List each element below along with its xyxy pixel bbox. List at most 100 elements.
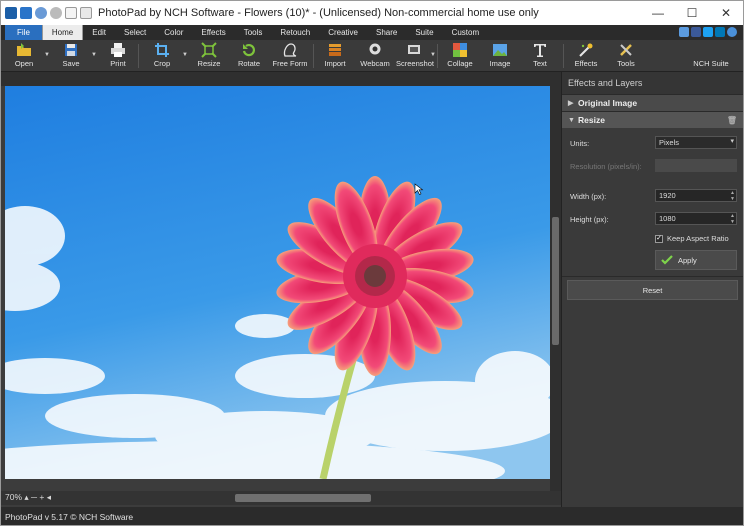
title-bar: PhotoPad by NCH Software - Flowers (10)*… [1, 1, 743, 25]
print-button[interactable]: Print [98, 41, 138, 71]
vertical-scroll-thumb[interactable] [552, 217, 559, 345]
ribbon-tabs: File Home Edit Select Color Effects Tool… [1, 25, 743, 40]
open-dropdown-icon[interactable]: ▼ [44, 52, 50, 58]
tab-color[interactable]: Color [155, 25, 192, 40]
tab-select[interactable]: Select [115, 25, 155, 40]
nch-suite-button[interactable]: NCH Suite [691, 41, 731, 71]
tab-tools[interactable]: Tools [235, 25, 272, 40]
tools-button[interactable]: Tools [606, 41, 646, 71]
flower-photo [5, 86, 550, 479]
canvas-bottom-bar: 70% ▴ ─ + ◂ [1, 491, 561, 505]
rotate-button[interactable]: Rotate [229, 41, 269, 71]
original-image-section[interactable]: ▶ Original Image [562, 94, 743, 111]
tab-share[interactable]: Share [367, 25, 406, 40]
width-spinner-icon[interactable]: ▲ ▼ [730, 190, 735, 202]
text-icon [534, 44, 546, 57]
webcam-button[interactable]: Webcam [355, 41, 395, 71]
open-folder-icon [17, 43, 31, 56]
effects-layers-panel: Effects and Layers ▶ Original Image ▼ Re… [561, 72, 743, 507]
status-text: PhotoPad v 5.17 © NCH Software [5, 511, 134, 522]
import-icon [329, 44, 341, 56]
save-dropdown-icon[interactable]: ▼ [91, 52, 97, 58]
import-button[interactable]: Import [315, 41, 355, 71]
expand-arrow-icon: ▶ [568, 100, 574, 107]
save-disk-icon [65, 44, 77, 56]
units-label: Units: [570, 139, 590, 148]
vertical-scrollbar[interactable] [550, 72, 561, 492]
image-button[interactable]: Image [480, 41, 520, 71]
open-button[interactable]: Open [4, 41, 44, 71]
tab-home[interactable]: Home [41, 25, 84, 40]
zoom-out-icon[interactable]: ▴ ─ [24, 492, 39, 502]
undo-icon[interactable] [35, 7, 47, 19]
collage-button[interactable]: Collage [440, 41, 480, 71]
resize-section[interactable]: ▼ Resize 🗑 [562, 111, 743, 128]
checkbox-checked-icon[interactable]: ✓ [655, 234, 663, 243]
width-input[interactable]: 1920 ▲ ▼ [655, 189, 737, 202]
tab-retouch[interactable]: Retouch [271, 25, 319, 40]
tab-custom[interactable]: Custom [443, 25, 489, 40]
units-select[interactable]: Pixels ▾ [655, 136, 737, 149]
tab-creative[interactable]: Creative [319, 25, 367, 40]
like-icon[interactable] [679, 27, 689, 37]
close-button[interactable]: ✕ [709, 1, 743, 25]
apply-button[interactable]: Apply [655, 250, 737, 270]
resolution-label: Resolution (pixels/in): [570, 162, 642, 171]
linkedin-icon[interactable] [715, 27, 725, 37]
resolution-field [655, 159, 737, 172]
home-toolbar: Open ▼ Save ▼ Print Crop ▼ Resize Rotate… [1, 40, 743, 72]
crop-icon [155, 43, 169, 57]
toolbar-divider [563, 44, 564, 68]
delete-layer-icon[interactable]: 🗑 [727, 116, 737, 125]
webcam-icon [369, 43, 381, 55]
text-button[interactable]: Text [520, 41, 560, 71]
twitter-icon[interactable] [703, 27, 713, 37]
checkmark-icon [661, 255, 673, 265]
crop-dropdown-icon[interactable]: ▼ [182, 52, 188, 58]
width-label: Width (px): [570, 192, 607, 201]
toolbar-divider [437, 44, 438, 68]
height-spinner-icon[interactable]: ▲ ▼ [730, 213, 735, 225]
tab-file[interactable]: File [5, 25, 42, 40]
collage-icon [453, 43, 467, 57]
rotate-icon [242, 43, 255, 57]
keep-aspect-checkbox[interactable]: ✓ Keep Aspect Ratio [655, 234, 729, 243]
height-input[interactable]: 1080 ▲ ▼ [655, 212, 737, 225]
window-title: PhotoPad by NCH Software - Flowers (10)*… [98, 7, 539, 19]
panel-divider [562, 276, 743, 277]
zoom-in-icon[interactable]: + ◂ [39, 492, 51, 502]
tab-edit[interactable]: Edit [83, 25, 115, 40]
social-links [679, 27, 737, 37]
quick-access-toolbar [1, 7, 92, 19]
crop-button[interactable]: Crop [142, 41, 182, 71]
resize-button[interactable]: Resize [189, 41, 229, 71]
screenshot-dropdown-icon[interactable]: ▼ [430, 52, 436, 58]
facebook-icon[interactable] [691, 27, 701, 37]
maximize-button[interactable]: ☐ [675, 1, 709, 25]
effects-button[interactable]: Effects [566, 41, 606, 71]
minimize-button[interactable]: — [641, 1, 675, 25]
chevron-down-icon: ▾ [730, 138, 734, 145]
screenshot-button[interactable]: Screenshot [395, 41, 435, 71]
effects-wand-icon [579, 43, 593, 57]
new-file-icon[interactable] [65, 7, 77, 19]
free-form-button[interactable]: Free Form [270, 41, 310, 71]
help-icon[interactable] [727, 27, 737, 37]
image-icon [493, 44, 507, 56]
reset-button[interactable]: Reset [567, 280, 738, 300]
app-menu-icon[interactable] [5, 7, 17, 19]
tab-suite[interactable]: Suite [406, 25, 442, 40]
window-controls: — ☐ ✕ [641, 1, 743, 25]
nch-suite-icon [705, 44, 717, 56]
save-button[interactable]: Save [51, 41, 91, 71]
zoom-level: 70% ▴ ─ + ◂ [5, 492, 51, 502]
copy-icon[interactable] [80, 7, 92, 19]
quick-save-icon[interactable] [20, 7, 32, 19]
panel-title: Effects and Layers [562, 72, 743, 94]
tab-effects[interactable]: Effects [192, 25, 234, 40]
redo-icon[interactable] [50, 7, 62, 19]
toolbar-divider [313, 44, 314, 68]
image-canvas[interactable] [5, 86, 550, 479]
status-bar: PhotoPad v 5.17 © NCH Software [1, 507, 743, 525]
horizontal-scroll-thumb[interactable] [235, 494, 371, 502]
